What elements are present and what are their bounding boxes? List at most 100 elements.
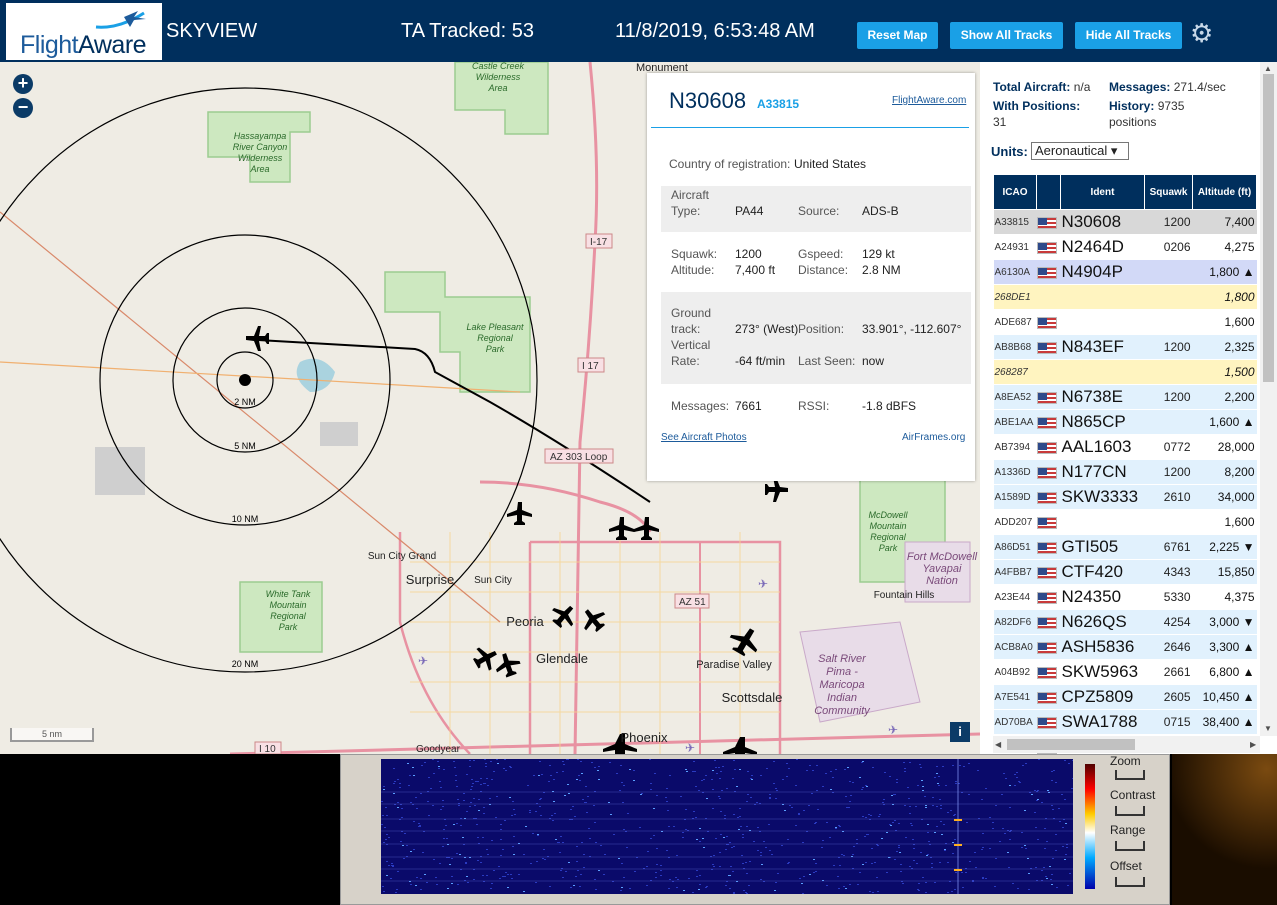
ident-cell: CTF420 xyxy=(1060,559,1145,585)
horizontal-scrollbar[interactable]: ◀ ▶ xyxy=(993,736,1260,753)
messages-label: Messages: xyxy=(671,399,730,413)
table-row[interactable]: ADD207 1,600 xyxy=(993,509,1257,535)
altitude-cell: 15,850 xyxy=(1192,559,1257,585)
icao-cell: 268287 xyxy=(993,359,1037,385)
table-row[interactable]: AD70BA SWA1788 0715 38,400 ▲ xyxy=(993,709,1257,735)
table-row[interactable]: A1589D SKW3333 2610 34,000 xyxy=(993,484,1257,510)
history: History: 9735 xyxy=(1109,99,1185,113)
svg-text:Phoenix: Phoenix xyxy=(621,730,668,745)
gspeed-label: Gspeed: xyxy=(798,247,844,261)
contrast-label: Contrast xyxy=(1110,788,1156,802)
logo-text: FlightAware xyxy=(20,31,147,59)
vertical-scrollbar[interactable]: ▲ ▼ xyxy=(1260,62,1277,736)
column-header[interactable] xyxy=(1036,174,1061,210)
table-header: ICAO Ident Squawk Altitude (ft) xyxy=(993,174,1257,210)
table-row[interactable]: A7E541 CPZ5809 2605 10,450 ▲ xyxy=(993,684,1257,710)
offset-slider[interactable] xyxy=(1115,877,1145,887)
svg-text:Regional: Regional xyxy=(870,532,907,542)
icao-cell: A7E541 xyxy=(993,684,1037,710)
table-row[interactable]: A86D51 GTI505 6761 2,225 ▼ xyxy=(993,534,1257,560)
table-row[interactable]: A4FBB7 CTF420 4343 15,850 xyxy=(993,559,1257,585)
table-row[interactable]: 268DE1 1,800 xyxy=(993,284,1257,310)
flightaware-logo[interactable]: FlightAware xyxy=(6,3,162,60)
svg-text:✈: ✈ xyxy=(418,654,428,668)
column-header[interactable]: Squawk xyxy=(1144,174,1193,210)
table-row[interactable]: ABE1AA N865CP 1,600 ▲ xyxy=(993,409,1257,435)
zoom-out-button[interactable]: − xyxy=(13,98,33,118)
scroll-up-icon[interactable]: ▲ xyxy=(1264,64,1272,73)
table-row[interactable]: 268287 1,500 xyxy=(993,359,1257,385)
zoom-in-button[interactable]: + xyxy=(13,74,33,94)
show-all-tracks-button[interactable]: Show All Tracks xyxy=(950,22,1063,49)
info-icon[interactable]: i xyxy=(950,722,970,742)
vertical-scroll-thumb[interactable] xyxy=(1263,74,1274,382)
ident-cell: SKW5963 xyxy=(1060,659,1145,685)
ident-cell: N4904P xyxy=(1060,259,1145,285)
scroll-left-icon[interactable]: ◀ xyxy=(995,740,1001,749)
range-slider[interactable] xyxy=(1115,841,1145,851)
svg-text:Lake Pleasant: Lake Pleasant xyxy=(466,322,524,332)
contrast-slider[interactable] xyxy=(1115,806,1145,816)
ident-cell: N30608 xyxy=(1060,209,1145,235)
ident-cell: ASH5836 xyxy=(1060,634,1145,660)
units-select[interactable]: Aeronautical ▾ xyxy=(1031,142,1129,160)
airframes-link[interactable]: AirFrames.org xyxy=(902,432,965,443)
squawk-value: 1200 xyxy=(735,247,762,261)
aircraft-label: Aircraft xyxy=(671,188,710,202)
svg-text:Glendale: Glendale xyxy=(536,651,588,666)
reset-map-button[interactable]: Reset Map xyxy=(857,22,938,49)
table-row[interactable]: A8EA52 N6738E 1200 2,200 xyxy=(993,384,1257,410)
squawk-cell: 0772 xyxy=(1144,434,1193,460)
altitude-cell: 2,200 xyxy=(1192,384,1257,410)
svg-text:Salt River: Salt River xyxy=(818,653,867,665)
with-positions: With Positions: xyxy=(993,99,1081,113)
flightaware-link[interactable]: FlightAware.com xyxy=(892,95,966,106)
table-row[interactable]: A04B92 SKW5963 2661 6,800 ▲ xyxy=(993,659,1257,685)
table-row[interactable]: AB7394 AAL1603 0772 28,000 xyxy=(993,434,1257,460)
flag-cell xyxy=(1036,209,1061,235)
flag-cell xyxy=(1036,459,1061,485)
column-header[interactable]: Altitude (ft) xyxy=(1192,174,1257,210)
horizontal-scroll-thumb[interactable] xyxy=(1007,739,1135,750)
icao-cell: A23E44 xyxy=(993,584,1037,610)
aircraft-sidebar: Total Aircraft: n/a Messages: 271.4/sec … xyxy=(980,62,1277,754)
squawk-cell xyxy=(1144,359,1193,385)
scroll-down-icon[interactable]: ▼ xyxy=(1264,724,1272,733)
scroll-right-icon[interactable]: ▶ xyxy=(1250,740,1256,749)
flag-cell xyxy=(1036,234,1061,260)
table-row[interactable]: A82DF6 N626QS 4254 3,000 ▼ xyxy=(993,609,1257,635)
table-row[interactable]: ADE687 1,600 xyxy=(993,309,1257,335)
table-row[interactable]: A23E44 N24350 5330 4,375 xyxy=(993,584,1257,610)
column-header[interactable]: ICAO xyxy=(993,174,1037,210)
gear-icon[interactable]: ⚙ xyxy=(1190,18,1213,49)
flag-cell xyxy=(1036,409,1061,435)
messages-value: 7661 xyxy=(735,399,762,413)
table-row[interactable]: AB8B68 N843EF 1200 2,325 xyxy=(993,334,1257,360)
svg-text:River Canyon: River Canyon xyxy=(233,142,288,152)
table-row[interactable]: A1336D N177CN 1200 8,200 xyxy=(993,459,1257,485)
table-row[interactable]: A24931 N2464D 0206 4,275 xyxy=(993,234,1257,260)
units-label: Units: xyxy=(991,144,1028,159)
column-header[interactable]: Ident xyxy=(1060,174,1145,210)
distance-value: 2.8 NM xyxy=(862,263,901,277)
aircraft-photos-link[interactable]: See Aircraft Photos xyxy=(661,432,747,443)
us-flag-icon xyxy=(1036,666,1057,679)
flag-cell xyxy=(1036,359,1061,385)
table-row[interactable]: A33815 N30608 1200 7,400 xyxy=(993,209,1257,235)
table-row[interactable]: ACB8A0 ASH5836 2646 3,300 ▲ xyxy=(993,634,1257,660)
hide-all-tracks-button[interactable]: Hide All Tracks xyxy=(1075,22,1182,49)
distance-label: Distance: xyxy=(798,263,849,277)
gray-area-1 xyxy=(320,422,358,446)
zoom-slider[interactable] xyxy=(1115,770,1145,780)
icao-cell: A6130A xyxy=(993,259,1037,285)
squawk-cell: 0715 xyxy=(1144,709,1193,735)
svg-text:Sun City Grand: Sun City Grand xyxy=(368,551,436,562)
receiver-site-icon xyxy=(239,374,251,386)
datetime: 11/8/2019, 6:53:48 AM xyxy=(615,20,815,42)
background-glow xyxy=(1172,754,1277,905)
app-header: FlightAware SKYVIEW TA Tracked: 53 11/8/… xyxy=(0,0,1277,62)
messages-rate: Messages: 271.4/sec xyxy=(1109,80,1226,94)
selected-hex[interactable]: A33815 xyxy=(757,97,799,111)
table-row[interactable]: A6130A N4904P 1,800 ▲ xyxy=(993,259,1257,285)
waterfall-display[interactable] xyxy=(381,759,1073,894)
